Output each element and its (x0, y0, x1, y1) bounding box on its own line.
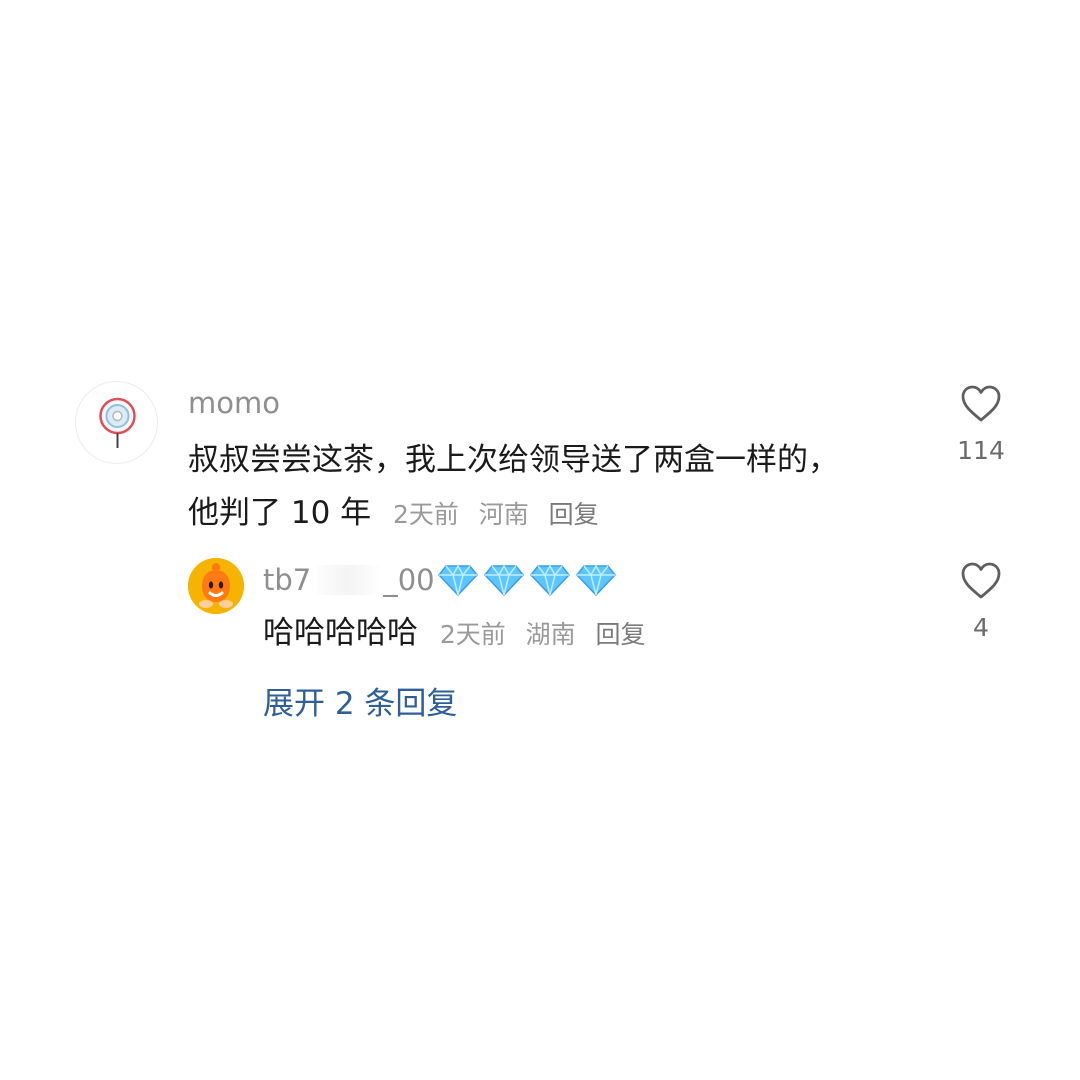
diamond-icon (483, 564, 524, 597)
diamond-icon (437, 564, 478, 597)
heart-icon (961, 562, 1001, 599)
comment-text: 叔叔尝尝这茶，我上次给领导送了两盒一样的， 他判了 10 年 2天前 河南 回复 (188, 434, 928, 541)
masked-username-segment (311, 565, 384, 595)
comment-text-line-2: 他判了 10 年 2天前 河南 回复 (188, 487, 928, 541)
diamond-icon (575, 564, 616, 597)
reply-time: 2天前 (439, 620, 506, 649)
reply-reply-button[interactable]: 回复 (596, 620, 646, 649)
reply-like-count: 4 (973, 613, 989, 642)
diamond-icon (529, 564, 570, 597)
like-button[interactable]: 114 (946, 384, 1016, 465)
lollipop-avatar-icon (99, 397, 136, 448)
badge-list (437, 563, 617, 597)
reply-location: 湖南 (525, 620, 576, 649)
comment-time: 2天前 (393, 500, 459, 529)
reply-username-prefix: tb7 (263, 563, 312, 597)
comment-location: 河南 (478, 500, 529, 529)
avatar[interactable] (75, 381, 158, 464)
expand-replies-link[interactable]: 展开 2 条回复 (263, 678, 457, 723)
reply-username[interactable]: tb7 _00 (263, 563, 617, 597)
heart-icon (961, 385, 1001, 422)
reply-like-button[interactable]: 4 (946, 561, 1016, 642)
reply-avatar[interactable] (188, 558, 244, 614)
cartoon-creature-avatar-icon (188, 558, 244, 614)
reply-text: 哈哈哈哈哈 2天前 湖南 回复 (263, 611, 646, 657)
reply-username-suffix: _00 (383, 563, 435, 597)
reply-text-content: 哈哈哈哈哈 (263, 615, 418, 651)
reply-button[interactable]: 回复 (549, 500, 599, 529)
comment-text-line-2-content: 他判了 10 年 (188, 495, 372, 531)
like-count: 114 (957, 436, 1005, 465)
comment-text-line-1: 叔叔尝尝这茶，我上次给领导送了两盒一样的， (188, 442, 839, 478)
comment-username[interactable]: momo (188, 386, 280, 420)
